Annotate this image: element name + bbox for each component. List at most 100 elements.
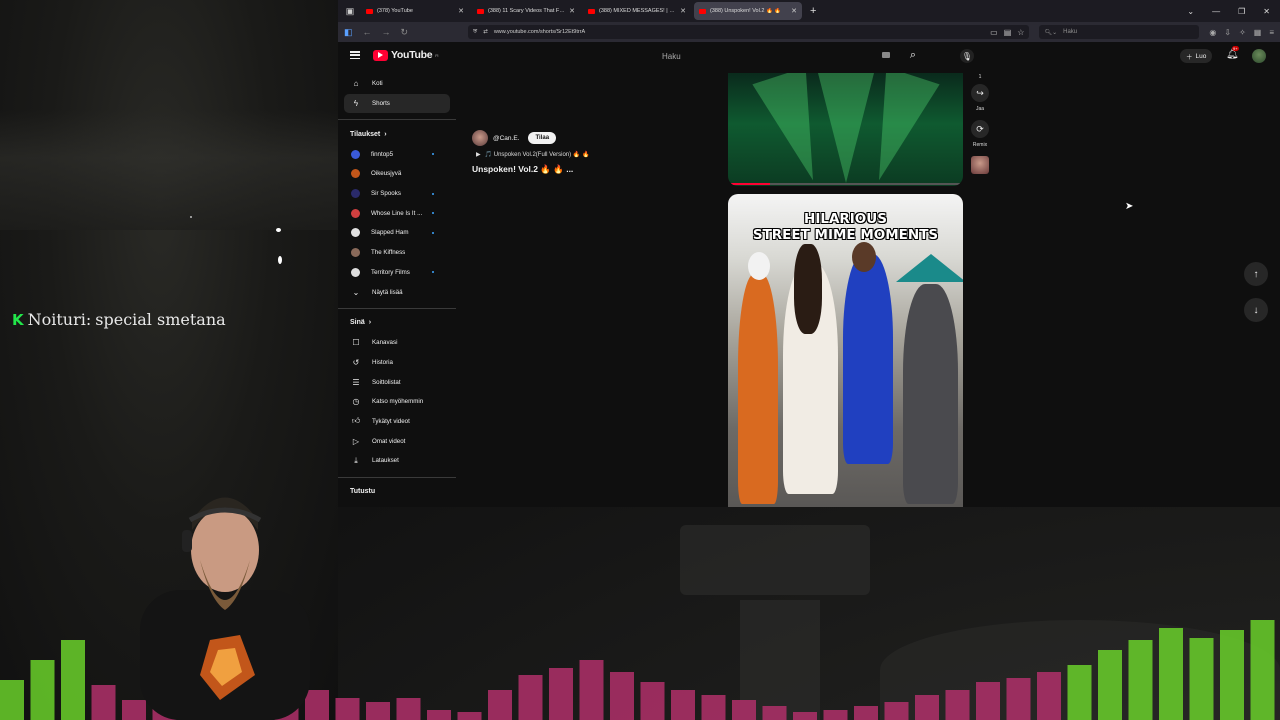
account-icon[interactable]: ◉	[1209, 28, 1216, 37]
chevron-down-icon: ⌄	[352, 287, 360, 297]
sidebar-subscription[interactable]: Territory Films	[338, 263, 456, 283]
visualizer-bar	[1159, 628, 1183, 720]
extension-icon[interactable]: ✧	[1239, 28, 1246, 37]
tab-list-icon[interactable]: ▣	[342, 3, 358, 19]
tab-scary-videos[interactable]: (388) 11 Scary Videos That Feel ✕	[472, 2, 580, 20]
youtube-favicon-icon	[588, 8, 595, 14]
previous-short-button[interactable]: ↑	[1244, 262, 1268, 286]
downloads-icon[interactable]: ⇩	[1224, 28, 1231, 37]
minimize-icon[interactable]: —	[1212, 7, 1220, 16]
youtube-search-input[interactable]: Haku ⌕	[654, 47, 916, 65]
sidebar-item-channel[interactable]: ☐ Kanavasi	[338, 333, 456, 353]
youtube-sidebar: ⌂ Koti ϟ Shorts Tilaukset › finntop5 Oike…	[338, 74, 456, 507]
sidebar-subscription[interactable]: Slapped Ham	[338, 223, 456, 243]
addon-icon[interactable]: ▦	[1254, 28, 1262, 37]
window-controls: ⌄ — ❐ ✕	[1187, 7, 1280, 16]
downloads-icon: ⤓	[354, 455, 358, 465]
visualizer-bar	[488, 690, 512, 720]
maximize-icon[interactable]: ❐	[1238, 7, 1245, 16]
sidebar-item-liked[interactable]: 👍︎ Tykätyt videot	[338, 412, 456, 432]
search-engine-icon[interactable]: 🔍︎⌄	[1044, 29, 1057, 36]
short-video-next[interactable]: HILARIOUS STREET MIME MOMENTS	[728, 194, 963, 507]
forward-icon[interactable]: →	[382, 27, 391, 37]
short-video-current[interactable]	[728, 73, 963, 186]
youtube-logo[interactable]: YouTube FI	[373, 49, 439, 61]
mime-person	[738, 274, 778, 504]
short-title[interactable]: Unspoken! Vol.2 🔥 🔥 ...	[472, 164, 712, 175]
visualizer-bar	[1250, 620, 1275, 720]
tab-mixed-messages[interactable]: (388) MIXED MESSAGES! | Who ✕	[583, 2, 691, 20]
short-actions: 1 ↪ Jaa ⟳ Remix	[968, 74, 992, 174]
visualizer-bar	[61, 640, 85, 720]
arrow-down-icon: ↓	[1253, 304, 1259, 316]
sidebar-item-my-videos[interactable]: ▷ Omat videot	[338, 431, 456, 451]
show-more-button[interactable]: ⌄ Näytä lisää	[338, 282, 456, 302]
visualizer-bar	[1128, 640, 1153, 720]
reload-icon[interactable]: ↻	[401, 27, 409, 38]
close-tab-icon[interactable]: ✕	[680, 7, 686, 15]
action-count: 1	[978, 74, 982, 80]
short-info: @Can.E. Tilaa ▶ 🎵 Unspoken Vol.2(Full Ve…	[472, 130, 712, 175]
close-tab-icon[interactable]: ✕	[458, 7, 464, 15]
close-tab-icon[interactable]: ✕	[569, 7, 575, 15]
pip-icon[interactable]: ▭	[990, 28, 998, 37]
account-avatar[interactable]	[1252, 49, 1266, 63]
search-icon[interactable]: ⌕	[910, 49, 916, 62]
sidebar-subscription[interactable]: Whose Line Is It ...	[338, 203, 456, 223]
address-bar[interactable]: ⛨ ⇄ www.youtube.com/shorts/Sr12Et9trrA ▭…	[468, 25, 1030, 39]
browser-search-field[interactable]: 🔍︎⌄ Haku	[1039, 25, 1200, 39]
next-short-button[interactable]: ↓	[1244, 298, 1268, 322]
permissions-icon: ⇄	[483, 29, 488, 35]
progress-bar[interactable]	[731, 183, 770, 185]
notifications-bell-icon[interactable]: 🔔︎ 9+	[1226, 46, 1239, 60]
subscriptions-heading[interactable]: Tilaukset ›	[338, 124, 456, 144]
close-tab-icon[interactable]: ✕	[791, 7, 797, 15]
keyboard-icon[interactable]	[882, 52, 890, 58]
visualizer-bar	[701, 695, 726, 720]
sound-thumbnail[interactable]	[971, 156, 989, 174]
tab-youtube-home[interactable]: (378) YouTube ✕	[361, 2, 469, 20]
share-icon[interactable]: ↪	[971, 84, 989, 102]
create-button[interactable]: ＋ Luo	[1180, 49, 1213, 63]
tab-unspoken-active[interactable]: (388) Unspoken! Vol.2 🔥 🔥 ✕	[694, 2, 802, 20]
reader-icon[interactable]: ▤	[1004, 28, 1012, 37]
sidebar-subscription[interactable]: finntop5	[338, 144, 456, 164]
remix-icon[interactable]: ⟳	[971, 120, 989, 138]
you-heading[interactable]: Sinä ›	[338, 313, 456, 333]
channel-avatar-icon	[351, 189, 360, 199]
sidebar-item-playlists[interactable]: ☰ Soittolistat	[338, 372, 456, 392]
menu-icon[interactable]: ≡	[1269, 28, 1274, 37]
channel-handle[interactable]: @Can.E.	[493, 135, 519, 142]
chat-badge-icon: K	[12, 310, 24, 329]
new-content-dot	[432, 192, 434, 195]
bookmark-star-icon[interactable]: ☆	[1017, 28, 1024, 37]
list-all-tabs-icon[interactable]: ⌄	[1187, 7, 1194, 16]
subscribe-button[interactable]: Tilaa	[528, 132, 557, 144]
visualizer-bar	[1067, 665, 1092, 720]
channel-avatar[interactable]	[472, 130, 488, 146]
streamer-webcam	[140, 497, 310, 720]
new-tab-button[interactable]: +	[810, 5, 816, 17]
sidebar-subscription[interactable]: Oikeusjyvä	[338, 164, 456, 184]
sidebar-subscription[interactable]: Sir Spooks	[338, 184, 456, 204]
sidebar-item-history[interactable]: ↺ Historia	[338, 353, 456, 373]
music-link[interactable]: ▶ 🎵 Unspoken Vol.2(Full Version) 🔥 🔥	[472, 151, 712, 158]
close-window-icon[interactable]: ✕	[1263, 7, 1270, 16]
sidebar-item-home[interactable]: ⌂ Koti	[338, 74, 456, 94]
sidebar-subscription[interactable]: The Kiffness	[338, 243, 456, 263]
microphone-icon[interactable]: 🎙︎	[960, 49, 974, 63]
youtube-header: YouTube FI Haku ⌕ 🎙︎ ＋ Luo 🔔︎ 9+	[338, 42, 1280, 70]
visualizer-bar	[640, 682, 665, 720]
visualizer-bar	[427, 710, 451, 720]
visualizer-bar	[793, 712, 817, 720]
visualizer-bar	[671, 690, 695, 720]
sidebar-toggle-icon[interactable]: ◧	[344, 27, 353, 38]
visualizer-bar	[1220, 630, 1244, 720]
back-icon[interactable]: ←	[363, 27, 372, 37]
sidebar-item-watch-later[interactable]: ◷ Katso myöhemmin	[338, 392, 456, 412]
channel-avatar-icon	[351, 208, 360, 218]
sidebar-item-shorts[interactable]: ϟ Shorts	[344, 93, 450, 114]
notification-badge: 9+	[1232, 46, 1239, 51]
hamburger-menu-icon[interactable]	[350, 51, 360, 59]
sidebar-item-downloads[interactable]: ⤓ Lataukset	[338, 451, 456, 471]
